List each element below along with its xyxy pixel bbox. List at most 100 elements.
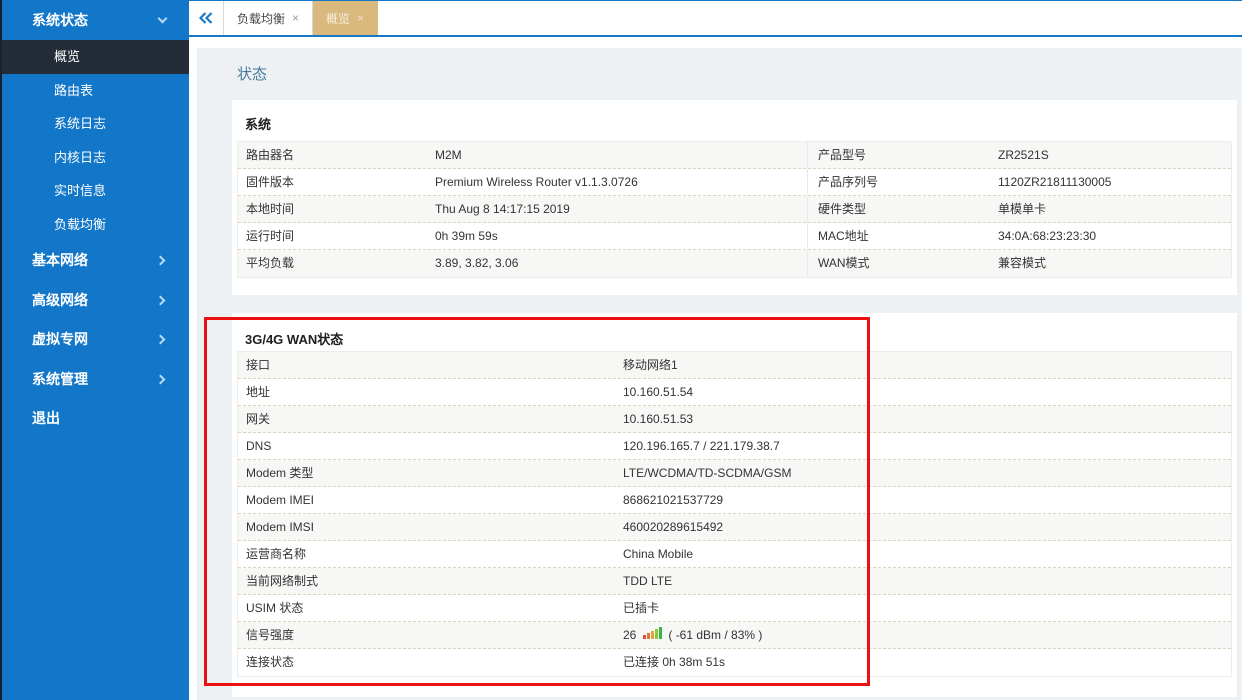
sidebar-item-system-management[interactable]: 系统管理 <box>2 360 189 400</box>
sidebar-item-system-log[interactable]: 系统日志 <box>2 107 189 141</box>
label-cell: Modem IMSI <box>238 514 623 540</box>
value-text: LTE/WCDMA/TD-SCDMA/GSM <box>623 466 791 480</box>
label-cell: 当前网络制式 <box>238 568 623 594</box>
value-cell: M2M <box>435 142 807 168</box>
table-row: 信号强度26 ( -61 dBm / 83% ) <box>238 622 1231 649</box>
value-cell: Thu Aug 8 14:17:15 2019 <box>435 196 807 222</box>
table-row: Modem IMEI868621021537729 <box>238 487 1231 514</box>
value-text: TDD LTE <box>623 574 672 588</box>
tab-load-balance[interactable]: 负载均衡 × <box>223 1 313 35</box>
signal-detail: ( -61 dBm / 83% ) <box>668 628 762 642</box>
table-row: 本地时间Thu Aug 8 14:17:15 2019硬件类型单模单卡 <box>238 196 1231 223</box>
signal-bar <box>647 633 650 639</box>
signal-bar <box>643 635 646 639</box>
value-text: 已插卡 <box>623 601 659 615</box>
table-row: 运营商名称China Mobile <box>238 541 1231 568</box>
sidebar-item-vpn[interactable]: 虚拟专网 <box>2 320 189 360</box>
value-cell: China Mobile <box>623 541 1231 567</box>
double-chevron-left-icon <box>199 12 213 24</box>
system-section-heading: 系统 <box>245 114 271 133</box>
value-cell: 10.160.51.54 <box>623 379 1231 405</box>
label-cell: 接口 <box>238 352 623 378</box>
value-cell: 120.196.165.7 / 221.179.38.7 <box>623 433 1231 459</box>
signal-bar <box>659 627 662 639</box>
table-row: 平均负载3.89, 3.82, 3.06WAN模式兼容模式 <box>238 250 1231 277</box>
table-row: USIM 状态已插卡 <box>238 595 1231 622</box>
label-cell: 信号强度 <box>238 622 623 648</box>
tab-label: 概览 <box>326 10 350 27</box>
value-cell: 3.89, 3.82, 3.06 <box>435 250 807 277</box>
value-text: 已连接 0h 38m 51s <box>623 655 725 669</box>
label-cell: 硬件类型 <box>807 196 998 222</box>
value-cell: LTE/WCDMA/TD-SCDMA/GSM <box>623 460 1231 486</box>
system-table: 路由器名M2M产品型号ZR2521S固件版本Premium Wireless R… <box>237 141 1232 278</box>
value-text: China Mobile <box>623 547 693 561</box>
sidebar-group-system-status[interactable]: 系统状态 <box>2 0 189 40</box>
table-row: 连接状态已连接 0h 38m 51s <box>238 649 1231 676</box>
label-cell: 固件版本 <box>238 169 435 195</box>
chevron-right-icon <box>156 335 166 345</box>
label-cell: 路由器名 <box>238 142 435 168</box>
chevron-right-icon <box>156 256 166 266</box>
sidebar-item-basic-network[interactable]: 基本网络 <box>2 241 189 281</box>
label-cell: WAN模式 <box>807 250 998 277</box>
close-icon[interactable]: × <box>357 12 364 24</box>
value-text: 868621021537729 <box>623 493 723 507</box>
sidebar-item-kernel-log[interactable]: 内核日志 <box>2 141 189 175</box>
system-card: 系统 路由器名M2M产品型号ZR2521S固件版本Premium Wireles… <box>232 100 1237 295</box>
value-cell: 10.160.51.53 <box>623 406 1231 432</box>
label-cell: USIM 状态 <box>238 595 623 621</box>
sidebar-item-advanced-network[interactable]: 高级网络 <box>2 281 189 321</box>
sidebar-item-realtime-info[interactable]: 实时信息 <box>2 174 189 208</box>
signal-bar <box>655 629 658 639</box>
value-cell: 已连接 0h 38m 51s <box>623 649 1231 676</box>
value-text: 120.196.165.7 / 221.179.38.7 <box>623 439 780 453</box>
sidebar-item-load-balance[interactable]: 负载均衡 <box>2 208 189 242</box>
chevron-right-icon <box>156 295 166 305</box>
label-cell: 运行时间 <box>238 223 435 249</box>
label-cell: Modem 类型 <box>238 460 623 486</box>
value-text: 10.160.51.54 <box>623 385 693 399</box>
value-cell: 26 ( -61 dBm / 83% ) <box>623 622 1231 648</box>
sidebar-item-routing-table[interactable]: 路由表 <box>2 74 189 108</box>
value-cell: 单模单卡 <box>998 196 1231 222</box>
main-area: 状态 系统 路由器名M2M产品型号ZR2521S固件版本Premium Wire… <box>189 37 1242 700</box>
value-cell: 移动网络1 <box>623 352 1231 378</box>
tab-bar: 负载均衡 × 概览 × <box>189 0 1242 37</box>
signal-strength-icon <box>643 627 662 639</box>
close-icon[interactable]: × <box>292 12 299 24</box>
value-text: 26 <box>623 628 636 642</box>
signal-bar <box>651 631 654 639</box>
label-cell: Modem IMEI <box>238 487 623 513</box>
tabs-container: 负载均衡 × 概览 × <box>223 1 378 35</box>
value-cell: 34:0A:68:23:23:30 <box>998 223 1231 249</box>
value-text: 460020289615492 <box>623 520 723 534</box>
value-cell: 兼容模式 <box>998 250 1231 277</box>
wan-status-card: 3G/4G WAN状态 接口移动网络1地址10.160.51.54网关10.16… <box>232 313 1237 697</box>
chevron-right-icon <box>156 374 166 384</box>
table-row: 地址10.160.51.54 <box>238 379 1231 406</box>
table-row: Modem 类型LTE/WCDMA/TD-SCDMA/GSM <box>238 460 1231 487</box>
table-row: 网关10.160.51.53 <box>238 406 1231 433</box>
sidebar-item-overview[interactable]: 概览 <box>2 40 189 74</box>
table-row: DNS120.196.165.7 / 221.179.38.7 <box>238 433 1231 460</box>
label-cell: 产品序列号 <box>807 169 998 195</box>
value-text: 10.160.51.53 <box>623 412 693 426</box>
value-cell: TDD LTE <box>623 568 1231 594</box>
label-cell: MAC地址 <box>807 223 998 249</box>
wan-status-table: 接口移动网络1地址10.160.51.54网关10.160.51.53DNS12… <box>237 351 1232 677</box>
tab-label: 负载均衡 <box>237 10 285 27</box>
wan-section-heading: 3G/4G WAN状态 <box>245 329 343 348</box>
sidebar-item-logout[interactable]: 退出 <box>2 399 189 439</box>
sidebar-group-label: 系统状态 <box>32 12 88 28</box>
label-cell: 网关 <box>238 406 623 432</box>
label-cell: 连接状态 <box>238 649 623 676</box>
value-cell: ZR2521S <box>998 142 1231 168</box>
label-cell: DNS <box>238 433 623 459</box>
tab-overview[interactable]: 概览 × <box>313 1 378 35</box>
label-cell: 平均负载 <box>238 250 435 277</box>
label-cell: 产品型号 <box>807 142 998 168</box>
value-cell: 0h 39m 59s <box>435 223 807 249</box>
chevron-down-icon <box>158 14 168 24</box>
collapse-tabs-button[interactable] <box>189 1 223 35</box>
